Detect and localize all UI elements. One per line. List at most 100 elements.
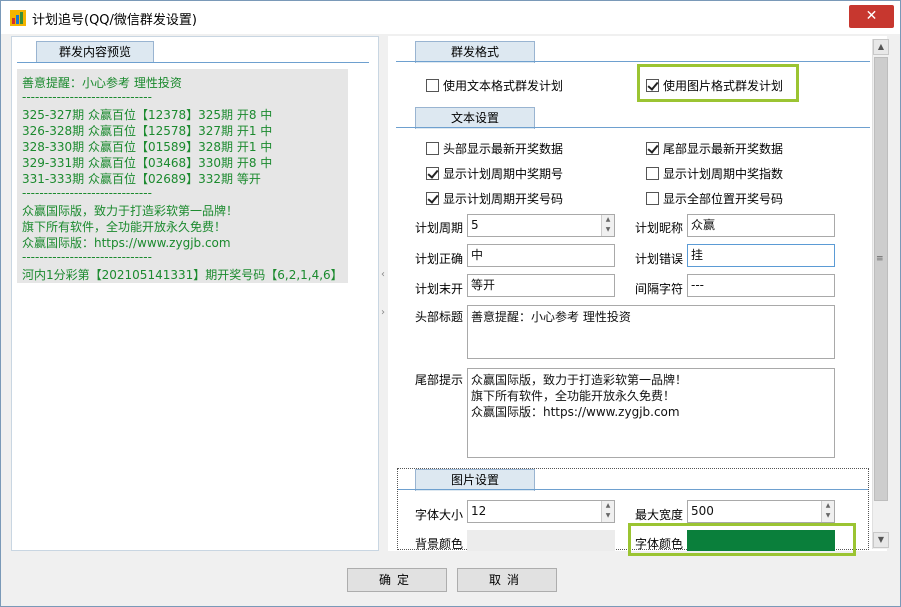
text-mode-label: 使用文本格式群发计划 xyxy=(443,79,564,93)
stepper-up-icon[interactable]: ▲ xyxy=(602,501,614,511)
scroll-thumb[interactable] xyxy=(874,57,888,501)
max-width-value: 500 xyxy=(691,504,714,518)
scroll-up-icon[interactable]: ▲ xyxy=(873,39,889,55)
preview-line: 325-327期 众赢百位【12378】325期 开8 中 xyxy=(22,108,273,122)
preview-content: 善意提醒：小心参考 理性投资 --------------------------… xyxy=(17,69,348,283)
pending-input[interactable]: 等开 xyxy=(467,274,615,297)
text-option-checkbox[interactable]: 尾部显示最新开奖数据 xyxy=(646,140,783,157)
text-divider xyxy=(396,127,870,128)
preview-line: 众赢国际版：https://www.zygjb.com xyxy=(22,236,231,250)
separator-label: 间隔字符 xyxy=(635,282,684,296)
bg-color-swatch[interactable] xyxy=(467,530,615,551)
text-option-checkbox-box[interactable] xyxy=(426,167,439,180)
collapse-left-icon[interactable]: ‹ xyxy=(381,269,387,280)
text-option-label: 显示计划周期中奖期号 xyxy=(443,167,564,181)
text-option-checkbox-box[interactable] xyxy=(646,192,659,205)
separator-input[interactable]: --- xyxy=(687,274,835,297)
vertical-scrollbar[interactable]: ▲ ≡ ▼ xyxy=(872,39,889,549)
tab-text-settings[interactable]: 文本设置 xyxy=(415,107,535,129)
text-option-checkbox[interactable]: 显示计划周期开奖号码 xyxy=(426,190,563,207)
text-option-checkbox[interactable]: 显示计划周期中奖指数 xyxy=(646,165,783,182)
stepper-down-icon[interactable]: ▼ xyxy=(822,511,834,521)
text-option-checkbox-box[interactable] xyxy=(646,142,659,155)
header-textarea[interactable]: 善意提醒：小心参考 理性投资 xyxy=(467,305,835,359)
stepper-up-icon[interactable]: ▲ xyxy=(822,501,834,511)
textarea-line: 善意提醒：小心参考 理性投资 xyxy=(471,310,631,324)
image-mode-checkbox-box[interactable] xyxy=(646,79,659,92)
text-option-checkbox[interactable]: 头部显示最新开奖数据 xyxy=(426,140,563,157)
textarea-line: 众赢国际版：https://www.zygjb.com xyxy=(471,405,680,419)
footer-label: 尾部提示 xyxy=(415,373,464,387)
preview-line: 331-333期 众赢百位【02689】332期 等开 xyxy=(22,172,261,186)
preview-line: 328-330期 众赢百位【01589】328期 开1 中 xyxy=(22,140,273,154)
stepper-down-icon[interactable]: ▼ xyxy=(602,225,614,235)
image-mode-checkbox[interactable]: 使用图片格式群发计划 xyxy=(646,77,783,94)
correct-value: 中 xyxy=(471,248,484,262)
preview-line: 众赢国际版，致力于打造彩软第一品牌！ xyxy=(22,204,239,218)
pending-value: 等开 xyxy=(471,278,496,292)
scroll-down-icon[interactable]: ▼ xyxy=(873,532,889,548)
text-mode-checkbox-box[interactable] xyxy=(426,79,439,92)
bg-color-label: 背景颜色 xyxy=(415,537,464,551)
preview-line: ------------------------------ xyxy=(22,186,152,200)
text-option-label: 显示计划周期中奖指数 xyxy=(663,167,784,181)
ok-button[interactable]: 确定 xyxy=(347,568,447,592)
format-divider xyxy=(396,61,870,62)
tab-image-settings[interactable]: 图片设置 xyxy=(415,469,535,491)
preview-line: ------------------------------ xyxy=(22,90,152,104)
correct-input[interactable]: 中 xyxy=(467,244,615,267)
preview-line: 河内1分彩第【202105141331】期开奖号码【6,2,1,4,6】 xyxy=(22,268,343,282)
font-size-value: 12 xyxy=(471,504,487,518)
nickname-input[interactable]: 众赢 xyxy=(687,214,835,237)
pending-label: 计划末开 xyxy=(415,282,464,296)
nickname-label: 计划昵称 xyxy=(635,221,684,235)
font-size-input[interactable]: 12 xyxy=(467,500,615,523)
text-option-checkbox-box[interactable] xyxy=(426,192,439,205)
font-color-swatch[interactable] xyxy=(687,530,835,551)
stepper-up-icon[interactable]: ▲ xyxy=(602,215,614,225)
image-divider xyxy=(398,489,868,490)
image-mode-label: 使用图片格式群发计划 xyxy=(663,79,784,93)
separator-value: --- xyxy=(691,278,704,292)
preview-line: 326-328期 众赢百位【12578】327期 开1 中 xyxy=(22,124,273,138)
textarea-line: 众赢国际版，致力于打造彩软第一品牌！ xyxy=(471,373,688,387)
footer-textarea[interactable]: 众赢国际版，致力于打造彩软第一品牌！ 旗下所有软件，全功能开放永久免费！ 众赢国际版… xyxy=(467,368,835,458)
font-color-label: 字体颜色 xyxy=(635,537,684,551)
cycle-value: 5 xyxy=(471,218,479,232)
text-option-checkbox[interactable]: 显示全部位置开奖号码 xyxy=(646,190,783,207)
tab-send-format[interactable]: 群发格式 xyxy=(415,41,535,63)
close-button[interactable]: ✕ xyxy=(849,5,894,28)
text-mode-checkbox[interactable]: 使用文本格式群发计划 xyxy=(426,77,563,94)
wrong-value: 挂 xyxy=(691,248,704,262)
cancel-button[interactable]: 取消 xyxy=(457,568,557,592)
window-title: 计划追号(QQ/微信群发设置) xyxy=(32,13,197,28)
cycle-label: 计划周期 xyxy=(415,221,464,235)
cycle-input[interactable]: 5 xyxy=(467,214,615,237)
text-option-checkbox-box[interactable] xyxy=(426,142,439,155)
max-width-input[interactable]: 500 xyxy=(687,500,835,523)
header-label: 头部标题 xyxy=(415,310,464,324)
cycle-stepper[interactable]: ▲ ▼ xyxy=(601,215,614,236)
settings-window: 计划追号(QQ/微信群发设置) ✕ 群发内容预览 善意提醒：小心参考 理性投资 -… xyxy=(0,0,901,607)
correct-label: 计划正确 xyxy=(415,252,464,266)
title-bar: 计划追号(QQ/微信群发设置) ✕ xyxy=(1,1,900,34)
max-width-label: 最大宽度 xyxy=(635,508,684,522)
font-size-label: 字体大小 xyxy=(415,508,464,522)
nickname-value: 众赢 xyxy=(691,218,716,232)
text-option-checkbox[interactable]: 显示计划周期中奖期号 xyxy=(426,165,563,182)
tab-preview[interactable]: 群发内容预览 xyxy=(36,41,154,63)
wrong-label: 计划错误 xyxy=(635,252,684,266)
preview-line: 善意提醒：小心参考 理性投资 xyxy=(22,76,182,90)
max-width-stepper[interactable]: ▲ ▼ xyxy=(821,501,834,522)
textarea-line: 旗下所有软件，全功能开放永久免费！ xyxy=(471,389,676,403)
font-size-stepper[interactable]: ▲ ▼ xyxy=(601,501,614,522)
preview-line: 329-331期 众赢百位【03468】330期 开8 中 xyxy=(22,156,273,170)
scroll-grip-icon: ≡ xyxy=(876,254,884,264)
wrong-input[interactable]: 挂 xyxy=(687,244,835,267)
text-option-label: 尾部显示最新开奖数据 xyxy=(663,142,784,156)
app-icon xyxy=(10,10,26,26)
stepper-down-icon[interactable]: ▼ xyxy=(602,511,614,521)
text-option-label: 显示全部位置开奖号码 xyxy=(663,192,784,206)
text-option-checkbox-box[interactable] xyxy=(646,167,659,180)
expand-right-icon[interactable]: › xyxy=(381,307,387,318)
